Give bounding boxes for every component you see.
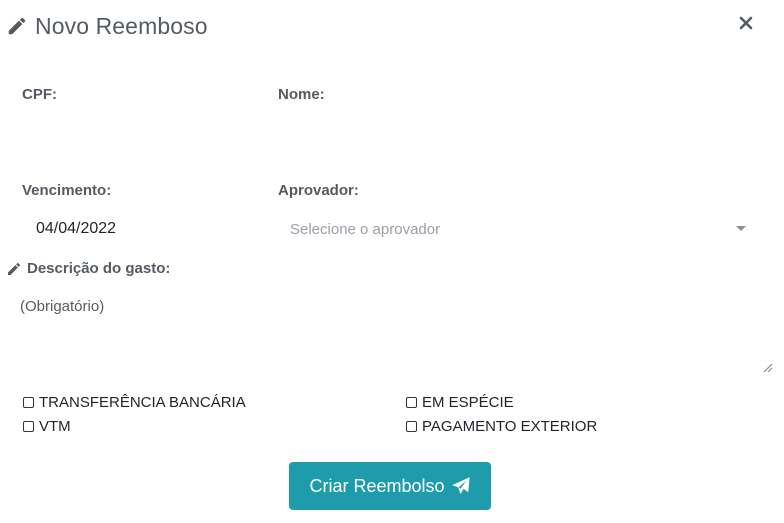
cpf-label: CPF: — [22, 86, 57, 103]
nome-label: Nome: — [278, 86, 325, 103]
vencimento-field[interactable]: 04/04/2022 — [36, 220, 116, 238]
vencimento-label: Vencimento: — [22, 182, 112, 199]
checkbox-vtm[interactable]: VTM — [23, 418, 71, 435]
checkbox-label: TRANSFERÊNCIA BANCÁRIA — [39, 394, 246, 411]
criar-reembolso-label: Criar Reembolso — [309, 475, 445, 496]
aprovador-label: Aprovador: — [278, 182, 359, 199]
chevron-down-icon — [736, 226, 746, 231]
checkbox-box[interactable] — [406, 397, 417, 408]
checkbox-transferencia-bancaria[interactable]: TRANSFERÊNCIA BANCÁRIA — [23, 394, 246, 411]
checkbox-box[interactable] — [406, 421, 417, 432]
pencil-icon — [8, 262, 21, 275]
checkbox-box[interactable] — [23, 397, 34, 408]
aprovador-placeholder: Selecione o aprovador — [290, 220, 441, 238]
close-icon[interactable] — [737, 14, 755, 32]
descricao-textarea[interactable] — [8, 288, 774, 374]
descricao-label: Descrição do gasto: — [27, 260, 171, 277]
aprovador-select[interactable]: Selecione o aprovador — [278, 211, 750, 247]
modal-header: Novo Reemboso — [6, 10, 208, 42]
descricao-label-wrap: Descrição do gasto: — [6, 260, 170, 277]
checkbox-pagamento-exterior[interactable]: PAGAMENTO EXTERIOR — [406, 418, 597, 435]
checkbox-label: VTM — [39, 418, 71, 435]
paper-plane-icon — [451, 477, 470, 494]
checkbox-label: EM ESPÉCIE — [422, 394, 514, 411]
checkbox-em-especie[interactable]: EM ESPÉCIE — [406, 394, 514, 411]
checkbox-label: PAGAMENTO EXTERIOR — [422, 418, 598, 435]
pencil-icon — [8, 17, 26, 35]
resize-grip-icon[interactable] — [761, 361, 773, 373]
modal-title: Novo Reemboso — [35, 12, 208, 39]
criar-reembolso-button[interactable]: Criar Reembolso — [289, 462, 491, 510]
checkbox-box[interactable] — [23, 421, 34, 432]
